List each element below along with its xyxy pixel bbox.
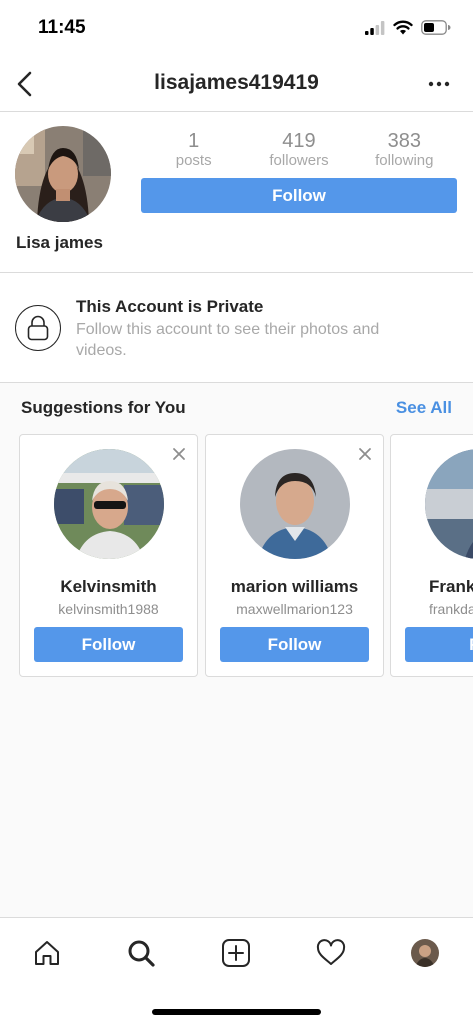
- dismiss-suggestion-button[interactable]: [357, 446, 373, 462]
- suggestion-avatar[interactable]: [54, 449, 164, 559]
- suggestion-name: Kelvinsmith: [60, 577, 157, 596]
- suggestions-title: Suggestions for You: [21, 398, 186, 417]
- following-stat[interactable]: 383 following: [352, 130, 457, 170]
- see-all-link[interactable]: See All: [396, 398, 452, 418]
- tab-search[interactable]: [124, 936, 158, 970]
- suggestion-follow-button[interactable]: Follow: [34, 627, 183, 662]
- suggestion-username: kelvinsmith1988: [58, 601, 159, 617]
- suggestion-username: maxwellmarion123: [236, 601, 353, 617]
- wifi-icon: [393, 20, 413, 35]
- profile-header: 1 posts 419 followers 383 following Foll…: [0, 112, 473, 273]
- posts-count: 1: [188, 130, 200, 152]
- suggestion-follow-button[interactable]: Fo: [405, 627, 473, 662]
- suggestion-name: Frank: [429, 577, 473, 596]
- suggestion-username: frankda: [429, 601, 473, 617]
- profile-avatar: [15, 126, 111, 222]
- lock-icon: [15, 305, 61, 351]
- more-horizontal-icon: [428, 81, 450, 87]
- suggestion-card[interactable]: Frank frankda Fo: [390, 434, 473, 677]
- page-title: lisajames419419: [154, 71, 319, 94]
- profile-display-name: Lisa james: [16, 233, 103, 252]
- followers-label: followers: [269, 152, 329, 169]
- close-icon: [173, 448, 185, 460]
- following-count: 383: [387, 130, 421, 152]
- status-icons: [365, 20, 451, 35]
- suggestion-card[interactable]: Kelvinsmith kelvinsmith1988 Follow: [19, 434, 198, 677]
- following-label: following: [375, 152, 434, 169]
- suggestions-section: Suggestions for You See All Kelvinsmith …: [0, 383, 473, 917]
- private-account-notice: This Account is Private Follow this acco…: [0, 273, 473, 383]
- suggestion-follow-button[interactable]: Follow: [220, 627, 369, 662]
- home-indicator: [152, 1009, 321, 1015]
- close-icon: [359, 448, 371, 460]
- status-time: 11:45: [38, 17, 86, 38]
- battery-icon: [421, 20, 451, 35]
- follow-button[interactable]: Follow: [141, 178, 457, 213]
- chevron-left-icon: [17, 71, 32, 97]
- followers-count: 419: [282, 130, 316, 152]
- followers-stat[interactable]: 419 followers: [246, 130, 351, 170]
- status-bar: 11:45: [0, 0, 473, 56]
- bottom-tab-bar: [0, 917, 473, 1024]
- suggestion-avatar[interactable]: [425, 449, 473, 559]
- nav-header: lisajames419419: [0, 56, 473, 112]
- more-options-button[interactable]: [427, 74, 451, 94]
- tab-new-post[interactable]: [219, 936, 253, 970]
- tab-activity[interactable]: [314, 936, 348, 970]
- tab-home[interactable]: [30, 936, 64, 970]
- private-title: This Account is Private: [76, 297, 264, 316]
- signal-icon: [365, 20, 385, 35]
- search-icon: [128, 940, 155, 967]
- suggestion-name: marion williams: [230, 577, 359, 596]
- private-description: Follow this account to see their photos …: [76, 321, 380, 359]
- suggestion-card[interactable]: marion williams maxwellmarion123 Follow: [205, 434, 384, 677]
- home-icon: [35, 941, 59, 965]
- tab-profile[interactable]: [408, 936, 442, 970]
- posts-label: posts: [175, 152, 212, 169]
- new-post-icon: [222, 939, 250, 967]
- suggestion-cards[interactable]: Kelvinsmith kelvinsmith1988 Follow mario…: [19, 434, 473, 677]
- posts-stat[interactable]: 1 posts: [141, 130, 246, 170]
- profile-stats: 1 posts 419 followers 383 following: [141, 130, 457, 170]
- activity-heart-icon: [316, 939, 346, 965]
- suggestion-avatar[interactable]: [240, 449, 350, 559]
- dismiss-suggestion-button[interactable]: [171, 446, 187, 462]
- back-button[interactable]: [14, 70, 38, 98]
- profile-tab-avatar: [411, 939, 439, 967]
